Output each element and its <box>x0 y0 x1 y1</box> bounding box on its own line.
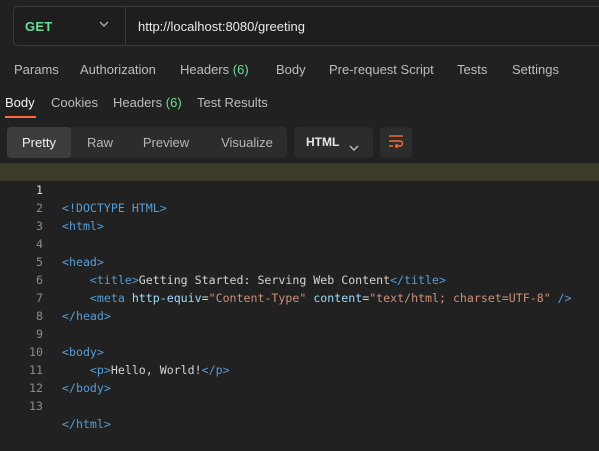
tab-body[interactable]: Body <box>276 56 306 84</box>
view-raw-button[interactable]: Raw <box>73 127 127 158</box>
chevron-down-icon <box>98 18 110 33</box>
code-line: 7 </head> <box>0 271 599 323</box>
tab-settings[interactable]: Settings <box>512 56 559 84</box>
tab-params[interactable]: Params <box>14 56 59 84</box>
tab-authorization[interactable]: Authorization <box>80 56 156 84</box>
tab-label: Body <box>276 62 306 77</box>
code-line: 2 <html> <box>0 181 599 233</box>
code-line: 13 </html> <box>0 379 599 431</box>
view-preview-button[interactable]: Preview <box>131 127 201 158</box>
tab-tests[interactable]: Tests <box>457 56 487 84</box>
method-label: GET <box>25 18 53 34</box>
tab-label: Headers <box>113 95 163 110</box>
tab-label: Tests <box>457 62 488 77</box>
headers-count: (6) <box>232 62 249 77</box>
headers-count: (6) <box>165 95 182 110</box>
code-line: 5 <title>Getting Started: Serving Web Co… <box>0 235 599 287</box>
format-label: HTML <box>306 135 340 149</box>
code-text: </html> <box>62 415 111 433</box>
tab-label: Headers <box>180 62 230 77</box>
response-tab-body[interactable]: Body <box>5 90 35 116</box>
code-line: 11 </body> <box>0 343 599 395</box>
view-mode-toggle: Pretty Raw Preview Visualize <box>7 127 287 158</box>
view-visualize-button[interactable]: Visualize <box>209 127 285 158</box>
request-url-bar: GET http://localhost:8080/greeting <box>13 6 599 46</box>
active-tab-indicator <box>5 116 36 118</box>
wrap-lines-button[interactable] <box>380 127 412 158</box>
url-input[interactable]: http://localhost:8080/greeting <box>138 7 305 45</box>
code-line: 4 <head> <box>0 217 599 269</box>
tab-label: Settings <box>512 62 559 77</box>
tab-label: Authorization <box>80 62 156 77</box>
tab-label: Body <box>5 95 35 110</box>
code-token: html <box>75 417 104 431</box>
code-line: 9 <body> <box>0 307 599 359</box>
line-number: 13 <box>29 399 43 413</box>
tab-label: Test Results <box>197 95 268 110</box>
response-tab-cookies[interactable]: Cookies <box>51 90 98 116</box>
view-pretty-button[interactable]: Pretty <box>7 127 71 158</box>
chevron-down-icon <box>348 135 360 166</box>
response-tab-headers[interactable]: Headers (6) <box>113 90 182 116</box>
code-line: 6 <meta http-equiv="Content-Type" conten… <box>0 253 599 305</box>
format-select[interactable]: HTML <box>294 127 373 158</box>
wrap-lines-icon <box>388 134 405 155</box>
code-token: </ <box>62 417 76 431</box>
tab-label: Cookies <box>51 95 98 110</box>
method-select[interactable]: GET <box>14 7 126 45</box>
code-line: 3 <box>0 199 599 233</box>
code-line: 8 <box>0 289 599 323</box>
code-line: 10 <p>Hello, World!</p> <box>0 325 599 377</box>
tab-label: Params <box>14 62 59 77</box>
code-line: 12 <box>0 361 599 395</box>
tab-headers[interactable]: Headers (6) <box>180 56 249 84</box>
code-token: > <box>103 417 111 431</box>
response-tab-test-results[interactable]: Test Results <box>197 90 268 116</box>
tab-pre-request-script[interactable]: Pre-request Script <box>329 56 434 84</box>
tab-label: Pre-request Script <box>329 62 434 77</box>
code-line: 1 <!DOCTYPE HTML> <box>0 163 599 215</box>
